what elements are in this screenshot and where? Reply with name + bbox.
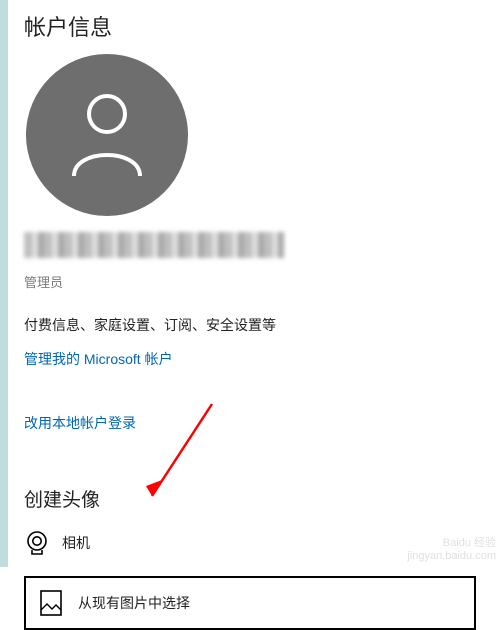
watermark-line2: jingyan.baidu.com: [407, 550, 496, 563]
manage-microsoft-account-link[interactable]: 管理我的 Microsoft 帐户: [24, 349, 173, 369]
left-accent-bar: [0, 0, 8, 567]
main-content: 帐户信息 管理员 付费信息、家庭设置、订阅、安全设置等 管理我的 Microso…: [0, 0, 500, 630]
picture-icon: [40, 590, 62, 616]
camera-label: 相机: [62, 533, 90, 553]
account-name-redacted: [24, 232, 284, 258]
account-role: 管理员: [24, 272, 500, 291]
browse-label: 从现有图片中选择: [78, 593, 190, 613]
local-account-login-link[interactable]: 改用本地帐户登录: [24, 413, 136, 433]
create-avatar-title: 创建头像: [24, 485, 500, 512]
watermark: Baidu 经验 jingyan.baidu.com: [407, 537, 496, 563]
page-title: 帐户信息: [24, 10, 500, 42]
person-icon: [68, 90, 146, 180]
account-description: 付费信息、家庭设置、订阅、安全设置等: [24, 315, 500, 335]
camera-icon: [24, 530, 50, 556]
browse-picture-option[interactable]: 从现有图片中选择: [24, 576, 476, 630]
watermark-line1: Baidu 经验: [407, 537, 496, 550]
account-avatar[interactable]: [26, 54, 188, 216]
